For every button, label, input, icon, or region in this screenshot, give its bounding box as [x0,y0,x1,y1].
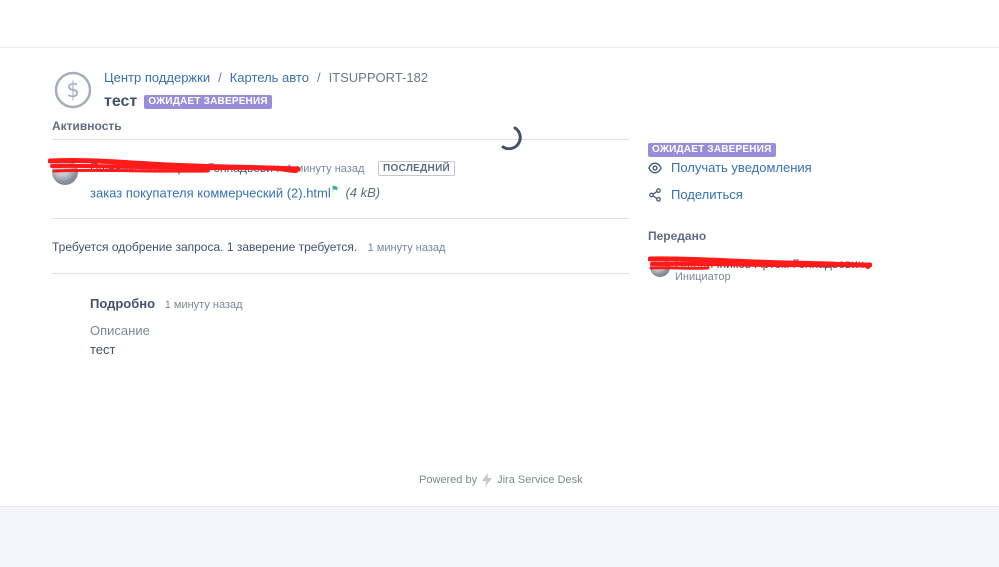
divider [52,218,629,219]
avatar [52,159,78,185]
powered-by-label: Powered by [419,474,478,486]
divider [52,139,629,140]
share-icon [649,187,661,202]
notify-button[interactable]: Получать уведомления [648,160,812,175]
dollar-icon: $ [54,71,92,109]
breadcrumb-separator: / [316,70,321,85]
status-badge: ОЖИДАЕТ ЗАВЕРЕНИЯ [144,95,272,109]
avatar [650,257,670,277]
breadcrumb: Центр поддержки / Картель авто / ITSUPPORT-1… [104,70,428,85]
page-footer [0,506,999,567]
details-time: 1 минуту назад [164,299,243,311]
sidebar-status: ОЖИДАЕТ ЗАВЕРЕНИЯ [648,139,776,157]
breadcrumb-issue-key: ITSUPPORT-182 [328,70,429,85]
status-badge: ОЖИДАЕТ ЗАВЕРЕНИЯ [648,143,776,157]
share-button[interactable]: Поделиться [648,187,743,202]
details-header: Подробно 1 минуту назад [90,296,243,311]
request-title-row: тест ОЖИДАЕТ ЗАВЕРЕНИЯ [104,93,272,111]
activity-heading: Активность [52,119,122,133]
eye-icon [648,162,662,173]
shared-user-name: Пшеничников Артем Геннадьевич [675,257,865,271]
comment-time: 1 минуту назад [286,163,365,175]
powered-by: Powered by Jira Service Desk [419,473,583,487]
approval-time: 1 минуту назад [367,242,446,254]
latest-tag: ПОСЛЕДНИЙ [378,161,456,176]
breadcrumb-separator: / [218,70,222,85]
top-header [0,0,999,48]
description-label: Описание [90,323,150,338]
attachment-size: (4 kB) [345,185,381,201]
attachment-flag-icon: ⚑ [330,184,339,194]
shared-user-role: Инициатор [675,271,731,283]
powered-by-product[interactable]: Jira Service Desk [497,474,583,486]
jira-bolt-icon [482,473,493,487]
details-label: Подробно [90,296,156,311]
approval-text: Требуется одобрение запроса. 1 заверение… [52,240,358,254]
share-label: Поделиться [671,187,743,202]
loading-spinner-icon [501,126,522,150]
attachment: заказ покупателя коммерческий (2).html⚑ … [90,184,380,200]
description-value: тест [90,342,116,357]
approval-message: Требуется одобрение запроса. 1 заверение… [52,240,445,254]
breadcrumb-help-center[interactable]: Центр поддержки [104,70,210,85]
activity-item: Пшеничников Артем Геннадьевич 1 минуту н… [48,157,632,219]
comment-author: Пшеничников Артем Геннадьевич [90,161,280,175]
shared-with-heading: Передано [648,229,707,243]
attachment-link[interactable]: заказ покупателя коммерческий (2).html [90,185,331,200]
comment-author-line: Пшеничников Артем Геннадьевич 1 минуту н… [90,161,364,175]
divider [52,273,629,274]
page-title: тест [104,93,138,110]
notify-label: Получать уведомления [671,160,812,175]
svg-text:$: $ [66,78,79,102]
breadcrumb-project[interactable]: Картель авто [230,70,309,85]
